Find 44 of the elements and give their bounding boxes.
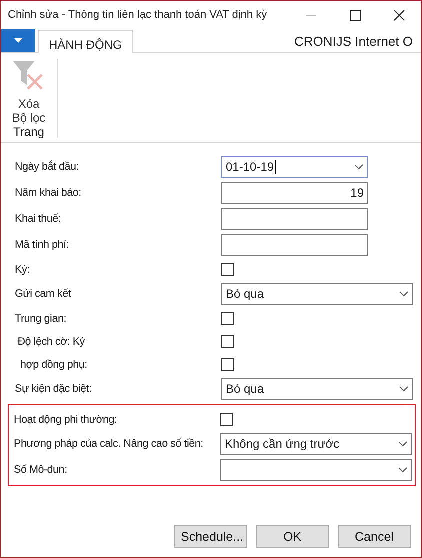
caret-icon xyxy=(14,38,22,43)
text-field[interactable] xyxy=(221,234,368,256)
field-label: Ký: xyxy=(15,264,31,276)
field-label: Hoạt động phi thường: xyxy=(14,414,118,426)
number-field[interactable]: 19 xyxy=(221,182,368,204)
checkbox[interactable] xyxy=(221,312,234,325)
checkbox[interactable] xyxy=(221,335,234,348)
field-label: Trung gian: xyxy=(15,312,68,324)
dropdown[interactable] xyxy=(220,459,412,481)
dropdown[interactable]: Bỏ qua xyxy=(221,378,413,400)
dialog-button[interactable]: Cancel xyxy=(338,525,411,548)
chevron-down-icon xyxy=(354,164,364,170)
field-label: Sự kiện đặc biệt: xyxy=(15,383,93,395)
field-label: Số Mô-đun: xyxy=(14,464,68,476)
checkbox[interactable] xyxy=(221,263,234,276)
window-title: Chỉnh sửa - Thông tin liên lạc thanh toán VAT định kỳ xyxy=(8,9,268,21)
field-label: Ngày bắt đầu: xyxy=(15,161,80,173)
dialog-button[interactable]: OK xyxy=(256,525,329,548)
chevron-down-icon xyxy=(398,441,408,447)
menu-button[interactable] xyxy=(1,29,35,52)
field-label: Độ lệch cờ: Ký xyxy=(16,336,86,348)
date-field[interactable]: 01-10-19 xyxy=(221,156,368,178)
chevron-down-icon xyxy=(399,386,409,392)
checkbox[interactable] xyxy=(221,358,234,371)
close-icon[interactable] xyxy=(394,10,404,20)
text-field[interactable] xyxy=(221,208,368,230)
filter-clear-icon xyxy=(12,59,46,91)
dropdown[interactable]: Không cần ứng trước xyxy=(220,433,412,455)
checkbox[interactable] xyxy=(220,413,233,426)
field-label: Phương pháp của calc. Nâng cao số tiền: xyxy=(14,438,204,450)
field-label: Năm khai báo: xyxy=(15,187,82,199)
field-label: Mã tính phí: xyxy=(15,239,70,251)
chevron-down-icon xyxy=(399,291,409,297)
dropdown[interactable]: Bỏ qua xyxy=(221,283,413,305)
text-cursor xyxy=(275,160,276,174)
field-label: Khai thuế: xyxy=(15,213,62,225)
ribbon-tab[interactable]: HÀNH ĐỘNG xyxy=(38,30,134,53)
dialog-button[interactable]: Schedule... xyxy=(174,525,247,548)
field-label: Gửi cam kết xyxy=(15,288,72,300)
maximize-icon[interactable] xyxy=(350,10,360,20)
field-label: hợp đồng phụ: xyxy=(19,358,88,370)
chevron-down-icon xyxy=(398,467,408,473)
group-label: Trang xyxy=(14,125,44,139)
company-name: CRONIJS Internet O xyxy=(294,33,414,49)
